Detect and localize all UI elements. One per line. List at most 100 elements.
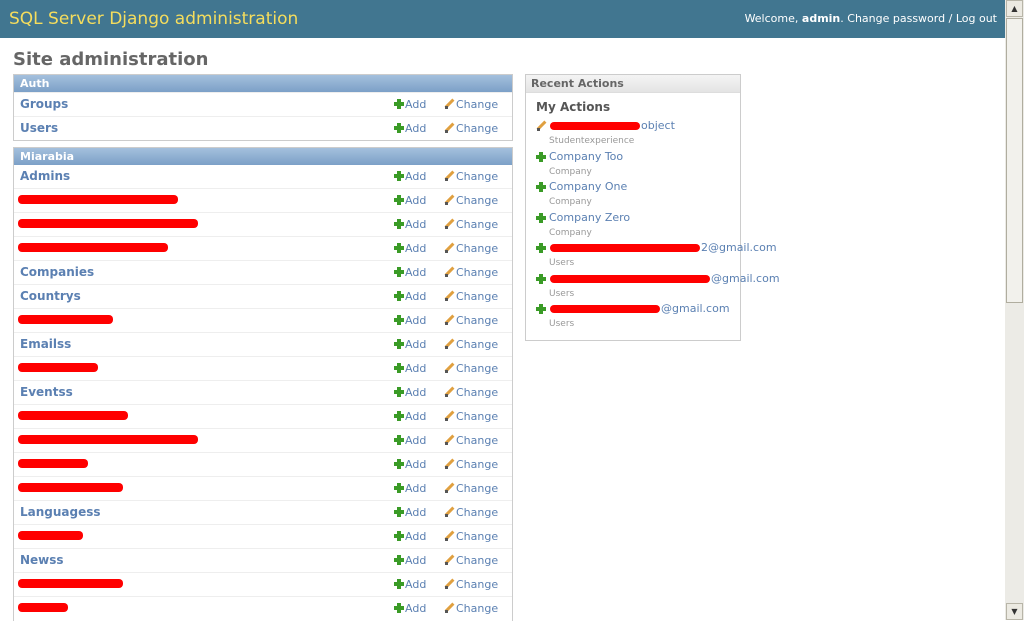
change-link[interactable]: Change [444,98,498,112]
change-link[interactable]: Change [444,266,498,280]
add-link[interactable]: Add [394,554,426,568]
add-link[interactable]: Add [394,290,426,304]
change-link[interactable]: Change [444,434,498,448]
table-row: Add Change [14,524,512,548]
change-link[interactable]: Change [444,194,498,208]
add-link[interactable]: Add [394,410,426,424]
add-link[interactable]: Add [394,122,426,136]
model-link[interactable]: Companies [20,265,94,280]
plus-icon [394,123,404,133]
plus-icon [536,213,546,223]
add-link[interactable]: Add [394,506,426,520]
recent-action-link[interactable]: Company One [536,180,796,194]
pencil-icon [444,483,454,493]
plus-icon [394,315,404,325]
recent-actions-caption: Recent Actions [526,75,740,93]
change-link[interactable]: Change [444,218,498,232]
plus-icon [536,243,546,253]
model-link[interactable]: Admins [20,169,70,184]
model-link[interactable]: Groups [20,97,68,112]
change-link[interactable]: Change [444,506,498,520]
module-caption[interactable]: Miarabia [14,148,512,165]
plus-icon [394,507,404,517]
recent-action-link[interactable]: 2@gmail.com [536,241,796,255]
vertical-scrollbar[interactable]: ▲ ▼ [1005,0,1024,620]
add-link[interactable]: Add [394,170,426,184]
change-password-link[interactable]: Change password [847,12,945,25]
redacted-text [550,244,700,252]
scroll-up-button[interactable]: ▲ [1006,0,1023,17]
change-link[interactable]: Change [444,362,498,376]
change-link[interactable]: Change [444,554,498,568]
recent-action-item[interactable]: @gmail.com Users [536,272,796,300]
change-link[interactable]: Change [444,530,498,544]
add-link[interactable]: Add [394,482,426,496]
site-branding[interactable]: SQL Server Django administration [9,9,298,29]
page-title: Site administration [13,49,209,70]
pencil-icon [444,123,454,133]
add-link[interactable]: Add [394,458,426,472]
model-link[interactable]: Countrys [20,289,81,304]
add-link[interactable]: Add [394,98,426,112]
recent-action-item[interactable]: Company Zero Company [536,211,796,239]
redacted-model-name [18,363,98,372]
change-link[interactable]: Change [444,578,498,592]
recent-action-type: Users [549,258,575,268]
scroll-down-button[interactable]: ▼ [1006,603,1023,620]
add-link[interactable]: Add [394,530,426,544]
plus-icon [536,304,546,314]
recent-action-item[interactable]: object Studentexperience [536,119,796,147]
recent-action-item[interactable]: @gmail.com Users [536,302,796,330]
change-link[interactable]: Change [444,170,498,184]
change-link[interactable]: Change [444,602,498,616]
model-link[interactable]: Emailss [20,337,71,352]
model-link[interactable]: Newss [20,553,64,568]
redacted-model-name [18,459,88,468]
recent-action-item[interactable]: Company One Company [536,180,796,208]
add-link[interactable]: Add [394,218,426,232]
model-link[interactable]: Users [20,121,58,136]
plus-icon [394,219,404,229]
add-link[interactable]: Add [394,578,426,592]
table-row: Eventss Add Change [14,380,512,404]
username: admin [801,12,841,25]
change-link[interactable]: Change [444,482,498,496]
recent-action-type: Users [549,289,575,299]
recent-action-item[interactable]: 2@gmail.com Users [536,241,796,269]
recent-action-link[interactable]: Company Too [536,150,796,164]
add-link[interactable]: Add [394,338,426,352]
pencil-icon [444,555,454,565]
plus-icon [394,267,404,277]
change-link[interactable]: Change [444,242,498,256]
change-link[interactable]: Change [444,410,498,424]
change-link[interactable]: Change [444,386,498,400]
add-link[interactable]: Add [394,194,426,208]
recent-action-item[interactable]: Company Too Company [536,150,796,178]
change-link[interactable]: Change [444,290,498,304]
logout-link[interactable]: Log out [956,12,997,25]
change-link[interactable]: Change [444,458,498,472]
add-link[interactable]: Add [394,362,426,376]
change-link[interactable]: Change [444,122,498,136]
model-link[interactable]: Eventss [20,385,73,400]
recent-action-link[interactable]: @gmail.com [536,302,796,316]
scroll-thumb[interactable] [1006,18,1023,303]
add-link[interactable]: Add [394,386,426,400]
module-miarabia: Miarabia Admins Add Change Add Change Add Chan… [13,147,513,621]
model-link[interactable]: Languagess [20,505,101,520]
recent-action-type: Users [549,319,575,329]
recent-action-link[interactable]: @gmail.com [536,272,796,286]
add-link[interactable]: Add [394,314,426,328]
recent-action-link[interactable]: Company Zero [536,211,796,225]
recent-action-link[interactable]: object [536,119,796,133]
add-link[interactable]: Add [394,242,426,256]
module-caption[interactable]: Auth [14,75,512,92]
redacted-model-name [18,531,83,540]
redacted-model-name [18,435,198,444]
plus-icon [394,531,404,541]
add-link[interactable]: Add [394,602,426,616]
change-link[interactable]: Change [444,338,498,352]
add-link[interactable]: Add [394,266,426,280]
change-link[interactable]: Change [444,314,498,328]
add-link[interactable]: Add [394,434,426,448]
